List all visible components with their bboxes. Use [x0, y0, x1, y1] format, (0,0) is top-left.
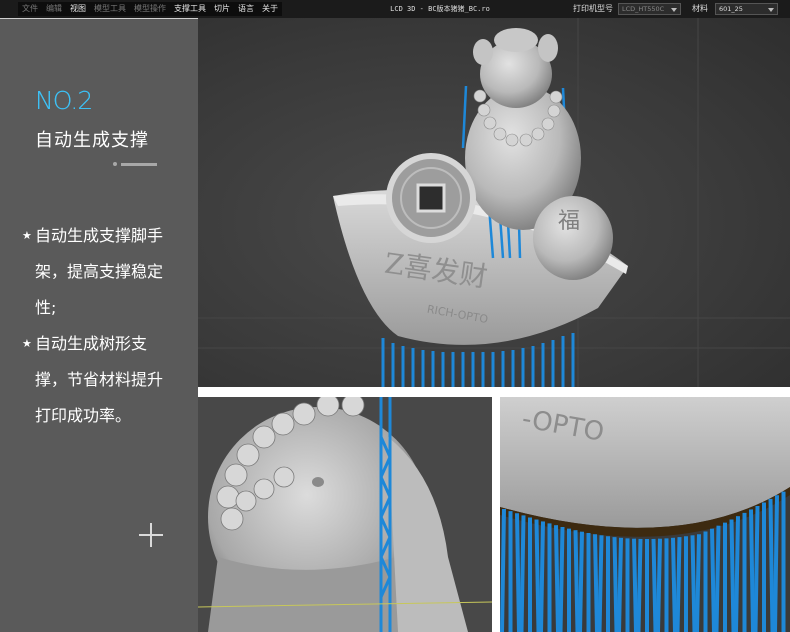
material-value: 601_25 — [719, 5, 743, 13]
support-pillar — [749, 509, 755, 632]
feature-text: 自动生成树形支撑，节省材料提升打印成功率。 — [35, 334, 164, 425]
menu-group: 文件 编辑 视图 模型工具 模型操作 支撑工具 切片 语言 关于 — [18, 2, 282, 16]
star-icon: ★ — [22, 337, 32, 350]
closeup-supports-render: -OPTO — [500, 397, 790, 632]
divider — [0, 18, 198, 19]
chevron-down-icon — [768, 8, 774, 12]
support-pillar — [695, 534, 701, 632]
menu-item[interactable]: 语言 — [234, 2, 258, 16]
support-pillar — [500, 508, 506, 632]
support-pillar — [690, 535, 697, 632]
divider — [492, 397, 500, 632]
support-pillar — [612, 537, 619, 632]
material-label: 材料 — [692, 4, 708, 13]
model-render: Ζ喜发财 RICH-OPTO 福 — [198, 18, 790, 387]
fu-character: 福 — [558, 209, 580, 234]
support-pillar — [539, 521, 545, 632]
support-pillar — [578, 531, 584, 632]
closeup-view-supports: -OPTO — [500, 397, 790, 632]
closeup-view-body — [198, 397, 492, 632]
support-pillar — [617, 537, 623, 632]
menu-item[interactable]: 模型工具 — [90, 2, 130, 16]
menu-item[interactable]: 支撑工具 — [170, 2, 210, 16]
chevron-down-icon — [671, 8, 677, 12]
support-pillar — [554, 525, 560, 632]
star-icon: ★ — [22, 229, 32, 242]
support-pillar — [729, 519, 736, 632]
support-pillar — [636, 538, 643, 632]
menu-item[interactable]: 关于 — [258, 2, 282, 16]
feature-text: 自动生成支撑脚手架，提高支撑稳定性; — [35, 226, 164, 317]
feature-bullet: ★ 自动生成支撑脚手架，提高支撑稳定性; — [22, 218, 192, 326]
support-pillar — [773, 495, 779, 632]
support-pillar — [519, 515, 526, 632]
decorative-bar — [121, 163, 157, 166]
support-pillar — [593, 534, 599, 632]
feature-number: NO.2 — [35, 86, 93, 115]
support-pillar — [651, 538, 658, 632]
divider — [198, 387, 790, 397]
printer-model-select[interactable]: LCD_HT550C — [618, 3, 681, 15]
support-pillar — [753, 505, 760, 632]
material-select[interactable]: 601_25 — [715, 3, 778, 15]
menu-item[interactable]: 视图 — [66, 2, 90, 16]
support-pillar — [534, 519, 541, 632]
support-pillar — [710, 528, 716, 632]
decorative-dot — [113, 162, 117, 166]
support-pillar — [714, 525, 721, 632]
feature-title: 自动生成支撑 — [35, 130, 149, 151]
printer-model-label: 打印机型号 — [573, 4, 613, 13]
support-pillar — [597, 535, 604, 632]
support-pillar — [558, 526, 565, 632]
app-title: LCD 3D - BC版本猪猪_BC.ro — [390, 5, 490, 13]
support-pillar — [768, 498, 775, 632]
support-pillar — [656, 538, 662, 632]
promo-panel: NO.2 自动生成支撑 ★ 自动生成支撑脚手架，提高支撑稳定性; ★ 自动生成树… — [0, 18, 198, 632]
support-pillar — [671, 537, 677, 632]
closeup-body-render — [198, 397, 492, 632]
menu-item[interactable]: 编辑 — [42, 2, 66, 16]
3d-viewport[interactable]: Ζ喜发财 RICH-OPTO 福 支撑 ● ● — [198, 18, 790, 387]
support-pillar — [632, 538, 638, 632]
menu-item[interactable]: 文件 — [18, 2, 42, 16]
plus-icon[interactable] — [139, 523, 163, 547]
printer-model-value: LCD_HT550C — [622, 5, 665, 13]
support-pillar — [573, 530, 580, 632]
menu-bar: 文件 编辑 视图 模型工具 模型操作 支撑工具 切片 语言 关于 LCD 3D - BC版本猪猪… — [0, 0, 790, 19]
support-pillar — [515, 513, 521, 632]
feature-bullet: ★ 自动生成树形支撑，节省材料提升打印成功率。 — [22, 326, 192, 434]
menu-item[interactable]: 切片 — [210, 2, 234, 16]
feature-list: ★ 自动生成支撑脚手架，提高支撑稳定性; ★ 自动生成树形支撑，节省材料提升打印… — [22, 218, 192, 434]
support-pillar — [734, 516, 740, 632]
support-pillar — [675, 537, 682, 632]
menu-item[interactable]: 模型操作 — [130, 2, 170, 16]
